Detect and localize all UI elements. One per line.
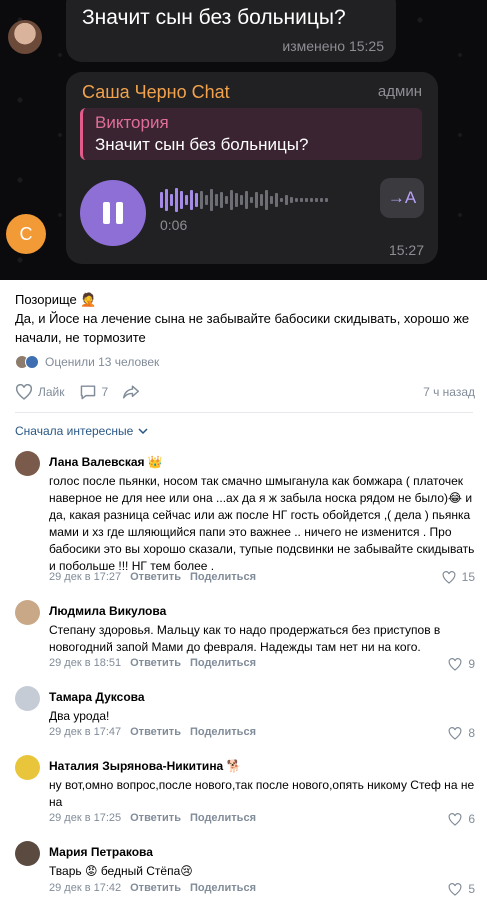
voice-message-time: 15:27 xyxy=(388,242,424,258)
transcribe-button: →A xyxy=(380,178,424,218)
share-comment-button[interactable]: Поделиться xyxy=(190,571,256,583)
comment-like-button[interactable]: 5 xyxy=(448,882,475,896)
post-time[interactable]: 7 ч назад xyxy=(423,385,475,399)
comment-text: Степану здоровья. Мальцу как то надо про… xyxy=(49,623,441,654)
reply-button[interactable]: Ответить xyxy=(130,726,181,738)
comment-text: Тварь 😡 бедный Стёпа😢 xyxy=(49,864,193,878)
like-button[interactable]: Лайк xyxy=(15,384,65,400)
chat-message-text: Значит сын без больницы? xyxy=(82,6,346,29)
comment-date[interactable]: 29 дек в 17:47 xyxy=(49,726,121,738)
comment-like-count: 9 xyxy=(468,657,475,671)
avatar[interactable] xyxy=(15,686,40,711)
comment-icon xyxy=(80,385,95,400)
chat-message-meta: изменено 15:25 xyxy=(282,38,384,54)
share-comment-button[interactable]: Поделиться xyxy=(190,726,256,738)
reply-quote-text: Значит сын без больницы? xyxy=(95,135,309,154)
comment-footer: 29 дек в 18:51 Ответить Поделиться xyxy=(49,657,256,669)
share-comment-button[interactable]: Поделиться xyxy=(190,812,256,824)
comment-author[interactable]: Мария Петракова xyxy=(49,845,153,859)
divider xyxy=(15,412,473,413)
comments-count: 7 xyxy=(101,385,109,399)
reply-quote-name: Виктория xyxy=(95,113,169,132)
voice-message-reply-quote: Виктория Значит сын без больницы? xyxy=(80,108,422,160)
heart-icon xyxy=(15,384,33,400)
heart-icon xyxy=(442,570,456,584)
comment-author[interactable]: Тамара Дуксова xyxy=(49,690,145,704)
avatar[interactable] xyxy=(15,841,40,866)
chat-avatar-viktoria xyxy=(8,20,42,54)
avatar[interactable] xyxy=(15,755,40,780)
reply-button[interactable]: Ответить xyxy=(130,882,181,894)
comment-like-button[interactable]: 9 xyxy=(448,657,475,671)
comment-text: Два урода! xyxy=(49,709,110,723)
comment-like-button[interactable]: 6 xyxy=(448,812,475,826)
heart-icon xyxy=(448,812,462,826)
comment-like-button[interactable]: 15 xyxy=(442,570,475,584)
comment-footer: 29 дек в 17:25 Ответить Поделиться xyxy=(49,812,256,824)
comment-author[interactable]: Лана Валевская 👑 xyxy=(49,455,163,469)
voice-duration: 0:06 xyxy=(160,217,188,233)
like-label: Лайк xyxy=(38,385,65,399)
share-button[interactable] xyxy=(122,384,145,400)
comment-author[interactable]: Людмила Викулова xyxy=(49,604,166,618)
sort-label: Сначала интересные xyxy=(15,424,134,438)
comments-button[interactable]: 7 xyxy=(79,384,109,400)
voice-message-role: админ xyxy=(377,83,422,100)
comment-footer: 29 дек в 17:47 Ответить Поделиться xyxy=(49,726,256,738)
comment-like-count: 5 xyxy=(468,882,475,896)
comment-like-count: 15 xyxy=(461,570,475,584)
comment-footer: 29 дек в 17:42 Ответить Поделиться xyxy=(49,882,256,894)
post-text-line: Да, и Йосе на лечение сына не забывайте … xyxy=(15,311,470,345)
reply-button[interactable]: Ответить xyxy=(130,812,181,824)
heart-icon xyxy=(448,726,462,740)
likers-count-text: Оценили 13 человек xyxy=(45,355,160,369)
heart-icon xyxy=(448,882,462,896)
pause-icon xyxy=(116,202,123,224)
waveform-icon xyxy=(160,188,328,212)
chat-avatar-sasha: С xyxy=(6,214,46,254)
comment-like-button[interactable]: 8 xyxy=(448,726,475,740)
post-text: Позорище 🤦 Да, и Йосе на лечение сына не… xyxy=(15,290,475,347)
post-image[interactable]: Значит сын без больницы? изменено 15:25 … xyxy=(0,0,487,280)
comment-date[interactable]: 29 дек в 17:42 xyxy=(49,882,121,894)
comment-date[interactable]: 29 дек в 18:51 xyxy=(49,657,121,669)
pause-icon xyxy=(103,202,110,224)
comments-sort-dropdown[interactable]: Сначала интересные xyxy=(15,424,148,438)
avatar[interactable] xyxy=(15,600,40,625)
reply-button[interactable]: Ответить xyxy=(130,657,181,669)
comment-like-count: 6 xyxy=(468,812,475,826)
heart-icon xyxy=(448,657,462,671)
liker-avatar xyxy=(25,355,39,369)
comment-date[interactable]: 29 дек в 17:27 xyxy=(49,571,121,583)
comment-text: ну вот,омно вопрос,после нового,так посл… xyxy=(49,778,475,809)
pause-button xyxy=(80,180,146,246)
share-comment-button[interactable]: Поделиться xyxy=(190,882,256,894)
voice-message-bubble: Саша Черно Chat админ Виктория Значит сы… xyxy=(66,72,438,264)
chat-message-bubble: Значит сын без больницы? изменено 15:25 xyxy=(66,0,396,62)
comment-like-count: 8 xyxy=(468,726,475,740)
reply-button[interactable]: Ответить xyxy=(130,571,181,583)
comment-author[interactable]: Наталия Зырянова-Никитина 🐕 xyxy=(49,759,242,773)
comment-footer: 29 дек в 17:27 Ответить Поделиться xyxy=(49,571,256,583)
comment-date[interactable]: 29 дек в 17:25 xyxy=(49,812,121,824)
post-likers[interactable]: Оценили 13 человек xyxy=(15,353,159,371)
share-icon xyxy=(123,385,140,399)
share-comment-button[interactable]: Поделиться xyxy=(190,657,256,669)
avatar[interactable] xyxy=(15,451,40,476)
chevron-down-icon xyxy=(138,428,148,434)
post-text-line: Позорище 🤦 xyxy=(15,292,97,307)
post-actions: Лайк 7 7 ч назад xyxy=(15,381,475,403)
comment-text: голос после пьянки, носом так смачно шмы… xyxy=(49,474,475,573)
voice-message-sender: Саша Черно Chat xyxy=(82,82,230,102)
